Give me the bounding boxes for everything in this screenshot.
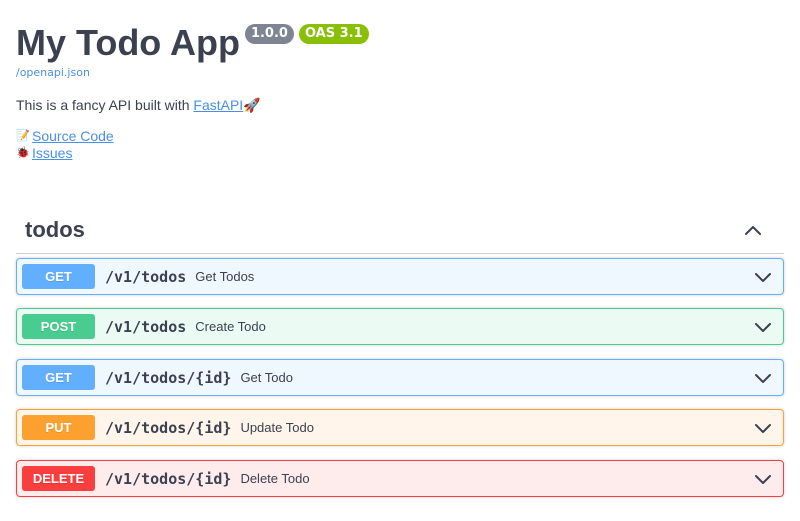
tag-name: todos — [25, 216, 85, 242]
operation-create-todo[interactable]: POST /v1/todos Create Todo — [16, 308, 784, 345]
operation-summary: Delete Todo — [240, 471, 310, 486]
operation-path: /v1/todos/{id} — [105, 469, 232, 488]
operation-summary: Create Todo — [195, 319, 266, 334]
oas-version-badge: OAS 3.1 — [298, 24, 369, 44]
chevron-up-icon[interactable] — [736, 213, 770, 247]
memo-icon: 📝 — [16, 130, 30, 142]
fastapi-link[interactable]: FastAPI — [193, 97, 243, 113]
source-code-link[interactable]: Source Code — [32, 128, 114, 145]
operation-path: /v1/todos/{id} — [105, 368, 232, 387]
operation-get-todos[interactable]: GET /v1/todos Get Todos — [16, 258, 784, 295]
rocket-icon: 🚀 — [243, 97, 261, 113]
method-badge: POST — [22, 314, 95, 339]
operation-summary: Get Todo — [240, 370, 293, 385]
source-code-row: 📝 Source Code — [16, 128, 114, 145]
chevron-down-icon[interactable] — [753, 267, 773, 287]
operation-summary: Get Todos — [195, 269, 255, 284]
operation-path: /v1/todos — [105, 317, 187, 336]
page-title: My Todo App — [16, 22, 240, 63]
openapi-spec-link[interactable]: /openapi.json — [16, 66, 90, 79]
operation-path: /v1/todos — [105, 267, 187, 286]
method-badge: GET — [22, 365, 95, 390]
bug-icon: 🐞 — [16, 147, 30, 159]
operation-summary: Update Todo — [240, 420, 314, 435]
description-text: This is a fancy API built with — [16, 97, 194, 113]
operation-get-todo[interactable]: GET /v1/todos/{id} Get Todo — [16, 359, 784, 396]
chevron-down-icon[interactable] — [753, 317, 773, 337]
operation-path: /v1/todos/{id} — [105, 418, 232, 437]
operation-delete-todo[interactable]: DELETE /v1/todos/{id} Delete Todo — [16, 460, 784, 497]
external-links: 📝 Source Code 🐞 Issues — [16, 128, 114, 162]
title-row: My Todo App 1.0.0 OAS 3.1 — [16, 22, 369, 64]
chevron-down-icon[interactable] — [753, 469, 773, 489]
method-badge: DELETE — [22, 466, 95, 491]
issues-link[interactable]: Issues — [32, 145, 72, 162]
chevron-down-icon[interactable] — [753, 418, 773, 438]
version-badge: 1.0.0 — [244, 24, 294, 44]
issues-row: 🐞 Issues — [16, 145, 114, 162]
operation-update-todo[interactable]: PUT /v1/todos/{id} Update Todo — [16, 409, 784, 446]
swagger-page: My Todo App 1.0.0 OAS 3.1 /openapi.json … — [0, 0, 800, 521]
api-description: This is a fancy API built with FastAPI🚀 — [16, 97, 261, 114]
method-badge: GET — [22, 264, 95, 289]
method-badge: PUT — [22, 415, 95, 440]
chevron-down-icon[interactable] — [753, 368, 773, 388]
tag-section-todos-header[interactable]: todos — [16, 206, 784, 254]
